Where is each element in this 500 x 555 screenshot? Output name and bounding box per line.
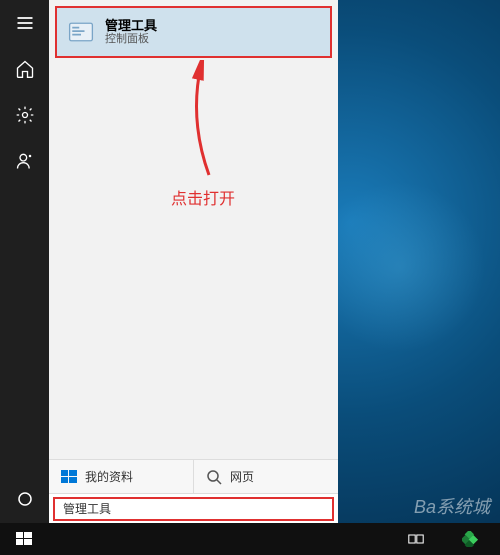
tab-my-stuff[interactable]: 我的资料 [49, 460, 193, 493]
search-filter-tabs: 我的资料 网页 [49, 459, 338, 493]
gear-icon [15, 105, 35, 125]
cortana-circle-icon [16, 490, 34, 508]
search-input[interactable] [53, 497, 334, 521]
search-icon [206, 469, 222, 485]
tab-web[interactable]: 网页 [193, 460, 338, 493]
task-view-button[interactable] [392, 523, 440, 555]
hamburger-icon [15, 13, 35, 33]
feedback-button[interactable] [0, 138, 49, 184]
task-view-icon [408, 531, 424, 547]
search-input-row [49, 493, 338, 523]
person-feedback-icon [15, 151, 35, 171]
start-button[interactable] [0, 523, 48, 555]
taskbar [0, 523, 500, 555]
search-results-area: 管理工具 控制面板 [49, 0, 338, 64]
start-left-rail [0, 0, 49, 523]
hamburger-menu-button[interactable] [0, 0, 49, 46]
best-match-result[interactable]: 管理工具 控制面板 [56, 7, 331, 57]
tab-web-label: 网页 [230, 468, 254, 485]
diamond-app-icon [462, 531, 478, 547]
settings-button[interactable] [0, 92, 49, 138]
result-title: 管理工具 [105, 18, 157, 34]
cortana-search-button[interactable] [0, 474, 49, 523]
result-subtitle: 控制面板 [105, 33, 157, 46]
tab-my-stuff-label: 我的资料 [85, 468, 133, 485]
admin-tools-icon [67, 18, 95, 46]
home-icon [15, 59, 35, 79]
home-button[interactable] [0, 46, 49, 92]
search-panel: 管理工具 控制面板 点击打开 我的资料 网页 [49, 0, 338, 523]
taskbar-app-tile[interactable] [440, 523, 500, 555]
windows-start-icon [16, 531, 32, 547]
windows-logo-icon [61, 469, 77, 485]
